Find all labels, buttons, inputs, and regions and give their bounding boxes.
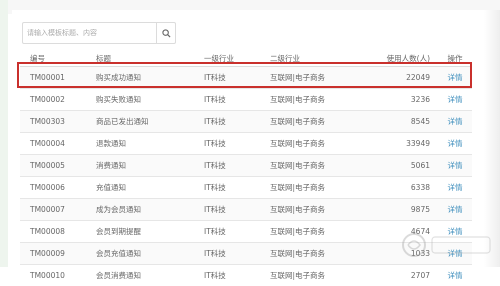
cell-action: 详情	[438, 111, 472, 133]
column-header-action: 操作	[438, 50, 472, 67]
cell-title: 会员消费通知	[86, 265, 194, 286]
column-header-id[interactable]: 编号	[20, 50, 86, 67]
cell-id: TM00004	[20, 133, 86, 155]
cell-industry1: IT科技	[194, 265, 260, 286]
cell-users: 8545	[356, 111, 438, 133]
detail-link[interactable]: 详情	[448, 161, 463, 170]
cell-title: 成为会员通知	[86, 199, 194, 221]
template-table: 编号 标题 一级行业 二级行业 使用人数(人) 操作 TM00001 购买成功通…	[20, 50, 472, 286]
cell-industry2: 互联网|电子商务	[260, 177, 356, 199]
column-header-industry2[interactable]: 二级行业	[260, 50, 356, 67]
cell-action: 详情	[438, 89, 472, 111]
cell-industry1: IT科技	[194, 133, 260, 155]
cell-id: TM00001	[20, 67, 86, 89]
cell-title: 会员到期提醒	[86, 221, 194, 243]
search-box	[22, 22, 176, 44]
cell-title: 充值通知	[86, 177, 194, 199]
cell-title: 购买成功通知	[86, 67, 194, 89]
cell-users: 4674	[356, 221, 438, 243]
left-sidebar-edge	[0, 0, 8, 267]
cell-users: 3236	[356, 89, 438, 111]
cell-action: 详情	[438, 133, 472, 155]
cell-id: TM00303	[20, 111, 86, 133]
table-row[interactable]: TM00009 会员充值通知 IT科技 互联网|电子商务 1033 详情	[20, 243, 472, 265]
table-header-row: 编号 标题 一级行业 二级行业 使用人数(人) 操作	[20, 50, 472, 67]
cell-industry2: 互联网|电子商务	[260, 111, 356, 133]
detail-link[interactable]: 详情	[448, 95, 463, 104]
search-button[interactable]	[156, 23, 175, 43]
detail-link[interactable]: 详情	[448, 139, 463, 148]
page-title	[42, 0, 82, 8]
table-row[interactable]: TM00303 商品已发出通知 IT科技 互联网|电子商务 8545 详情	[20, 111, 472, 133]
cell-industry1: IT科技	[194, 199, 260, 221]
cell-industry2: 互联网|电子商务	[260, 243, 356, 265]
cell-users: 9875	[356, 199, 438, 221]
cell-users: 22049	[356, 67, 438, 89]
cell-industry2: 互联网|电子商务	[260, 265, 356, 286]
table-row[interactable]: TM00006 充值通知 IT科技 互联网|电子商务 6338 详情	[20, 177, 472, 199]
cell-action: 详情	[438, 177, 472, 199]
cell-industry2: 互联网|电子商务	[260, 155, 356, 177]
cell-action: 详情	[438, 199, 472, 221]
cell-id: TM00005	[20, 155, 86, 177]
cell-users: 6338	[356, 177, 438, 199]
cell-id: TM00006	[20, 177, 86, 199]
detail-link[interactable]: 详情	[448, 73, 463, 82]
cell-industry2: 互联网|电子商务	[260, 133, 356, 155]
table-row[interactable]: TM00005 消费通知 IT科技 互联网|电子商务 5061 详情	[20, 155, 472, 177]
detail-link[interactable]: 详情	[448, 117, 463, 126]
detail-link[interactable]: 详情	[448, 183, 463, 192]
table-row[interactable]: TM00010 会员消费通知 IT科技 互联网|电子商务 2707 详情	[20, 265, 472, 286]
cell-users: 5061	[356, 155, 438, 177]
cell-industry1: IT科技	[194, 111, 260, 133]
detail-link[interactable]: 详情	[448, 271, 463, 280]
cell-industry1: IT科技	[194, 155, 260, 177]
cell-id: TM00009	[20, 243, 86, 265]
column-header-industry1[interactable]: 一级行业	[194, 50, 260, 67]
cell-industry2: 互联网|电子商务	[260, 221, 356, 243]
scrollbar-track[interactable]	[484, 10, 500, 267]
cell-id: TM00010	[20, 265, 86, 286]
table-row[interactable]: TM00007 成为会员通知 IT科技 互联网|电子商务 9875 详情	[20, 199, 472, 221]
search-input[interactable]	[23, 23, 151, 43]
table-row[interactable]: TM00001 购买成功通知 IT科技 互联网|电子商务 22049 详情	[20, 67, 472, 89]
cell-action: 详情	[438, 243, 472, 265]
detail-link[interactable]: 详情	[448, 205, 463, 214]
detail-link[interactable]: 详情	[448, 227, 463, 236]
table-row[interactable]: TM00002 购买失败通知 IT科技 互联网|电子商务 3236 详情	[20, 89, 472, 111]
cell-title: 购买失败通知	[86, 89, 194, 111]
cell-title: 消费通知	[86, 155, 194, 177]
cell-id: TM00008	[20, 221, 86, 243]
cell-action: 详情	[438, 67, 472, 89]
cell-industry1: IT科技	[194, 89, 260, 111]
detail-link[interactable]: 详情	[448, 249, 463, 258]
cell-users: 33949	[356, 133, 438, 155]
cell-action: 详情	[438, 221, 472, 243]
search-icon	[162, 29, 171, 38]
cell-action: 详情	[438, 155, 472, 177]
cell-id: TM00002	[20, 89, 86, 111]
column-header-users[interactable]: 使用人数(人)	[356, 50, 438, 67]
cell-action: 详情	[438, 265, 472, 286]
table-row[interactable]: TM00004 退款通知 IT科技 互联网|电子商务 33949 详情	[20, 133, 472, 155]
cell-industry2: 互联网|电子商务	[260, 199, 356, 221]
cell-title: 退款通知	[86, 133, 194, 155]
cell-users: 1033	[356, 243, 438, 265]
cell-industry2: 互联网|电子商务	[260, 67, 356, 89]
cell-id: TM00007	[20, 199, 86, 221]
table-row[interactable]: TM00008 会员到期提醒 IT科技 互联网|电子商务 4674 详情	[20, 221, 472, 243]
cell-industry1: IT科技	[194, 243, 260, 265]
cell-industry1: IT科技	[194, 221, 260, 243]
cell-users: 2707	[356, 265, 438, 286]
column-header-title[interactable]: 标题	[86, 50, 194, 67]
cell-title: 会员充值通知	[86, 243, 194, 265]
cell-title: 商品已发出通知	[86, 111, 194, 133]
cell-industry1: IT科技	[194, 67, 260, 89]
cell-industry2: 互联网|电子商务	[260, 89, 356, 111]
cell-industry1: IT科技	[194, 177, 260, 199]
